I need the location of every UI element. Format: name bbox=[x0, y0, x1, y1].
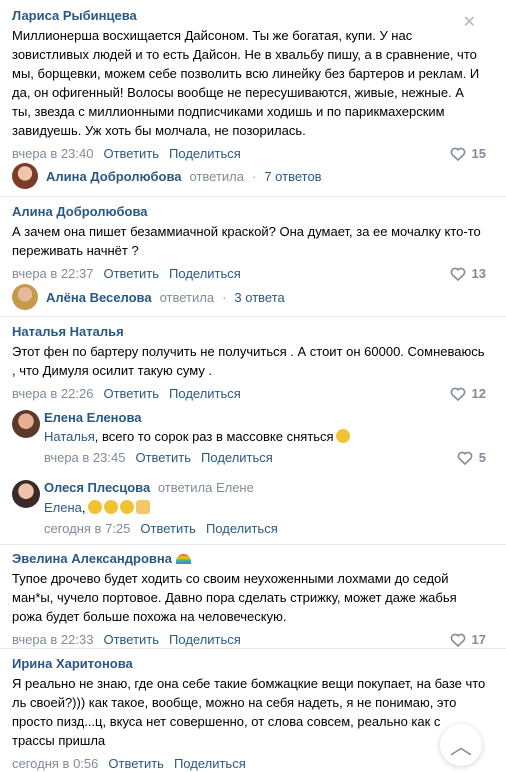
replies-summary[interactable]: Алина Добролюбова ответила · 7 ответов bbox=[12, 163, 322, 189]
like-count: 5 bbox=[478, 450, 486, 465]
mention-link[interactable]: Наталья bbox=[44, 429, 95, 444]
reply-count[interactable]: 3 ответа bbox=[234, 290, 284, 305]
share-link[interactable]: Поделиться bbox=[174, 756, 246, 772]
share-link[interactable]: Поделиться bbox=[169, 386, 241, 402]
avatar bbox=[12, 163, 38, 189]
reply-author[interactable]: Алина Добролюбова bbox=[46, 169, 182, 184]
heart-icon bbox=[450, 147, 465, 161]
reply-link[interactable]: Ответить bbox=[108, 756, 164, 772]
comment-author[interactable]: Елена Еленова bbox=[44, 410, 486, 426]
comment-text: Этот фен по бартеру получить не получить… bbox=[12, 344, 485, 378]
reply-sep: · bbox=[252, 168, 257, 184]
heart-icon bbox=[450, 387, 465, 401]
reply-count[interactable]: 7 ответов bbox=[264, 169, 321, 184]
share-link[interactable]: Поделиться bbox=[169, 266, 241, 282]
heart-icon bbox=[450, 267, 465, 281]
thinking-emoji-icon bbox=[335, 429, 350, 443]
comment-author[interactable]: Олеся Плесцова bbox=[44, 480, 150, 495]
reply-sep: · bbox=[222, 289, 227, 305]
answered-to[interactable]: ответила Елене bbox=[158, 480, 254, 495]
avatar[interactable] bbox=[12, 480, 40, 508]
like-count: 12 bbox=[471, 386, 486, 401]
like-button[interactable]: 5 bbox=[457, 450, 486, 466]
reply-link[interactable]: Ответить bbox=[140, 521, 196, 537]
reply-link[interactable]: Ответить bbox=[135, 450, 191, 466]
thumbs-up-emoji-icon bbox=[135, 500, 150, 514]
laughing-emoji-icon bbox=[103, 500, 118, 514]
comment: Наталья Наталья Этот фен по бартеру полу… bbox=[12, 324, 486, 402]
comment-time[interactable]: вчера в 22:26 bbox=[12, 386, 93, 402]
like-count: 15 bbox=[471, 146, 486, 161]
comment-text: Елена, bbox=[44, 498, 486, 517]
comment-text: Миллионерша восхищается Дайсоном. Ты же … bbox=[12, 28, 480, 138]
comment-meta: вчера в 22:26 Ответить Поделиться 12 bbox=[12, 386, 486, 402]
comment-author[interactable]: Ирина Харитонова bbox=[12, 656, 486, 672]
share-link[interactable]: Поделиться bbox=[169, 632, 241, 648]
comment-meta: вчера в 22:37 Ответить Поделиться 13 bbox=[12, 266, 486, 282]
divider bbox=[0, 196, 506, 197]
comment-meta: вчера в 22:33 Ответить Поделиться 17 bbox=[12, 632, 486, 648]
comment-time[interactable]: вчера в 22:33 bbox=[12, 632, 93, 648]
divider bbox=[0, 316, 506, 317]
comment: Лариса Рыбинцева Миллионерша восхищается… bbox=[12, 8, 486, 162]
like-button[interactable]: 12 bbox=[450, 386, 486, 402]
comment-text: А зачем она пишет безаммиачной краской? … bbox=[12, 224, 481, 258]
comment: Алина Добролюбова А зачем она пишет беза… bbox=[12, 204, 486, 282]
divider bbox=[0, 544, 506, 545]
heart-icon bbox=[457, 451, 473, 465]
heart-icon bbox=[450, 633, 465, 647]
like-button[interactable]: 17 bbox=[450, 632, 486, 648]
comment-time[interactable]: сегодня в 7:25 bbox=[44, 521, 130, 537]
chevron-up-icon: ︿ bbox=[449, 734, 472, 759]
comment: Эвелина Александровна Тупое дрочево буде… bbox=[12, 551, 486, 648]
comment-text: Тупое дрочево будет ходить со своим неух… bbox=[12, 571, 457, 624]
comment-text: Я реально не знаю, где она себе такие бо… bbox=[12, 676, 486, 748]
reply-action: ответила bbox=[189, 168, 245, 184]
mention-link[interactable]: Елена bbox=[44, 500, 82, 515]
comment-meta: вчера в 23:40 Ответить Поделиться 15 bbox=[12, 146, 486, 162]
share-link[interactable]: Поделиться bbox=[169, 146, 241, 162]
reply-action: ответила bbox=[159, 289, 215, 305]
share-link[interactable]: Поделиться bbox=[206, 521, 278, 537]
reply-comment: Олеся Плесцова ответила Елене Елена, сег… bbox=[12, 480, 486, 537]
like-count: 13 bbox=[471, 266, 486, 281]
comment-author[interactable]: Лариса Рыбинцева bbox=[12, 8, 486, 24]
comment-text: Наталья, всего то сорок раз в массовке с… bbox=[44, 427, 486, 446]
comment-time[interactable]: вчера в 23:45 bbox=[44, 450, 125, 466]
reply-link[interactable]: Ответить bbox=[103, 386, 159, 402]
comment-author[interactable]: Наталья Наталья bbox=[12, 324, 486, 340]
laughing-emoji-icon bbox=[87, 500, 102, 514]
comment-time[interactable]: вчера в 22:37 bbox=[12, 266, 93, 282]
reply-link[interactable]: Ответить bbox=[103, 266, 159, 282]
comment-author[interactable]: Эвелина Александровна bbox=[12, 551, 172, 566]
replies-summary[interactable]: Алёна Веселова ответила · 3 ответа bbox=[12, 284, 285, 310]
comment-time[interactable]: вчера в 23:40 bbox=[12, 146, 93, 162]
comment: Ирина Харитонова Я реально не знаю, где … bbox=[12, 656, 486, 772]
avatar[interactable] bbox=[12, 410, 40, 438]
comment-meta: вчера в 23:45 Ответить Поделиться 5 bbox=[44, 450, 486, 466]
avatar bbox=[12, 284, 38, 310]
reply-link[interactable]: Ответить bbox=[103, 632, 159, 648]
close-icon[interactable]: ✕ bbox=[463, 12, 476, 32]
like-count: 17 bbox=[471, 632, 486, 647]
comment-author[interactable]: Алина Добролюбова bbox=[12, 204, 486, 220]
comment-meta: сегодня в 7:25 Ответить Поделиться bbox=[44, 521, 486, 537]
like-button[interactable]: 13 bbox=[450, 266, 486, 282]
scroll-up-button[interactable]: ︿ bbox=[440, 724, 482, 766]
comment-meta: сегодня в 0:56 Ответить Поделиться bbox=[12, 756, 486, 772]
reply-comment: Елена Еленова Наталья, всего то сорок ра… bbox=[12, 410, 486, 466]
reply-header: Олеся Плесцова ответила Елене bbox=[44, 480, 486, 496]
rainbow-emoji-icon bbox=[175, 554, 191, 564]
share-link[interactable]: Поделиться bbox=[201, 450, 273, 466]
laughing-emoji-icon bbox=[119, 500, 134, 514]
reply-link[interactable]: Ответить bbox=[103, 146, 159, 162]
comment-author-wrap: Эвелина Александровна bbox=[12, 551, 486, 567]
reply-author[interactable]: Алёна Веселова bbox=[46, 290, 152, 305]
like-button[interactable]: 15 bbox=[450, 146, 486, 162]
comment-time[interactable]: сегодня в 0:56 bbox=[12, 756, 98, 772]
divider bbox=[0, 648, 506, 649]
